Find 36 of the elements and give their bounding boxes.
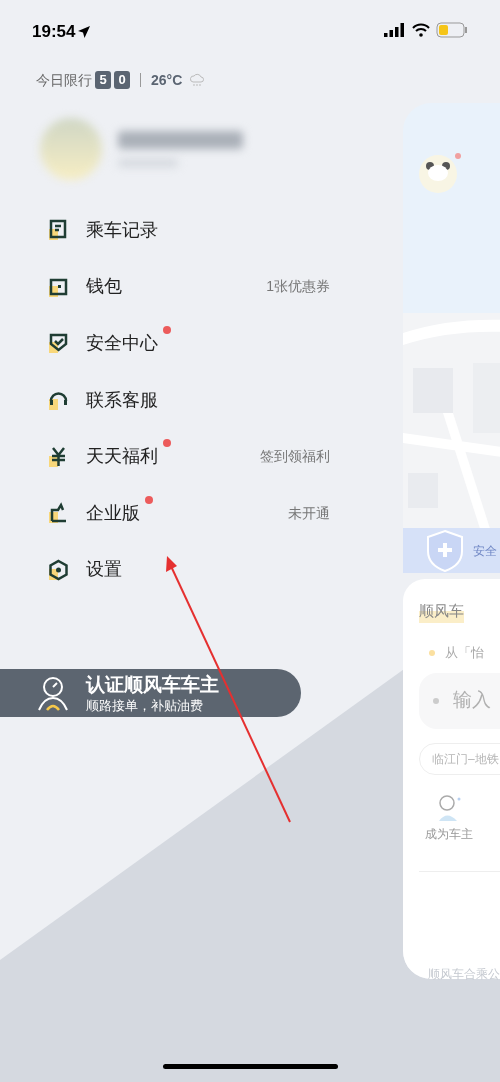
menu-label: 钱包 — [86, 276, 122, 297]
plate-digit: 0 — [114, 71, 130, 89]
menu-item[interactable]: 安全中心 — [0, 315, 340, 372]
temperature: 26°C — [151, 70, 183, 90]
panda-avatar-icon[interactable] — [419, 155, 457, 193]
rain-cloud-icon — [189, 73, 206, 87]
menu-label: 乘车记录 — [86, 219, 158, 240]
menu-note: 签到领福利 — [260, 447, 330, 467]
menu-item[interactable]: 企业版 未开通 — [0, 484, 340, 542]
battery-icon — [436, 22, 468, 38]
menu-note: 1张优惠券 — [266, 277, 330, 297]
menu-icon — [47, 557, 71, 582]
menu-label: 天天福利 — [86, 446, 158, 467]
menu-item[interactable]: 钱包 1张优惠券 — [0, 258, 340, 316]
location-arrow-icon — [77, 25, 92, 39]
wifi-icon — [412, 23, 430, 37]
driver-banner[interactable]: 认证顺风车车主 顺路接单，补贴油费 — [0, 669, 301, 717]
safety-label: 安全 — [473, 542, 497, 560]
menu-item[interactable]: 天天福利 签到领福利 — [0, 428, 340, 485]
signal-icon — [384, 23, 406, 37]
menu-label: 设置 — [86, 559, 122, 580]
plate-digit: 5 — [95, 71, 111, 89]
status-time: 19:54 — [32, 21, 76, 44]
banner-title: 认证顺风车车主 — [86, 672, 219, 697]
menu-item[interactable]: 乘车记录 — [0, 202, 340, 259]
banner-subtitle: 顺路接单，补贴油费 — [86, 696, 204, 714]
menu-item[interactable]: 设置 — [0, 541, 340, 599]
menu-label: 联系客服 — [86, 389, 158, 410]
restriction-label: 今日限行 — [36, 70, 92, 90]
shield-icon — [425, 528, 465, 573]
menu-item[interactable]: 联系客服 — [0, 371, 340, 429]
menu-note: 未开通 — [288, 503, 330, 523]
section-title: 顺风车 — [419, 600, 464, 623]
menu-label: 企业版 — [86, 502, 140, 523]
menu-label: 安全中心 — [86, 333, 158, 353]
origin-hint: 从「怡 — [445, 644, 484, 662]
